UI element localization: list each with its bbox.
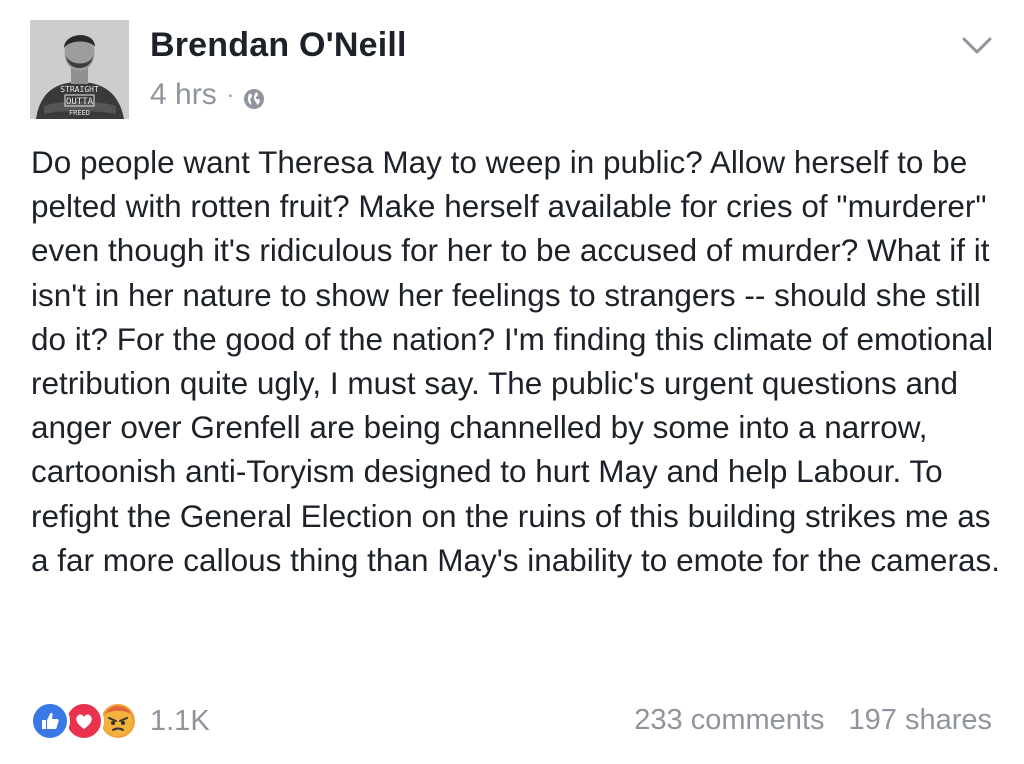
chevron-down-icon[interactable] (960, 30, 994, 60)
globe-icon[interactable] (243, 84, 265, 109)
avatar-shirt-text-2: OUTTA (66, 97, 94, 107)
post-meta: 4 hrs · (150, 78, 265, 112)
avatar-shirt-text-1: STRAIGHT (60, 85, 99, 94)
post-timestamp[interactable]: 4 hrs (150, 78, 217, 112)
angry-icon (98, 701, 138, 741)
avatar-image: STRAIGHT OUTTA FREED (30, 20, 129, 119)
post-body: Do people want Theresa May to weep in pu… (31, 144, 1000, 578)
reactions-summary[interactable]: 1.1K (30, 701, 210, 741)
avatar[interactable]: STRAIGHT OUTTA FREED (30, 20, 129, 119)
facebook-post: STRAIGHT OUTTA FREED Brendan O'Neill 4 h… (0, 0, 1024, 764)
author-name[interactable]: Brendan O'Neill (150, 26, 407, 65)
like-icon (30, 701, 70, 741)
comments-count[interactable]: 233 comments (634, 704, 824, 737)
love-icon (64, 701, 104, 741)
reaction-count[interactable]: 1.1K (150, 705, 210, 738)
avatar-shirt-text-3: FREED (69, 109, 90, 117)
engagement-stats: 233 comments 197 shares (634, 704, 992, 737)
meta-separator: · (226, 82, 235, 107)
shares-count[interactable]: 197 shares (849, 704, 993, 737)
